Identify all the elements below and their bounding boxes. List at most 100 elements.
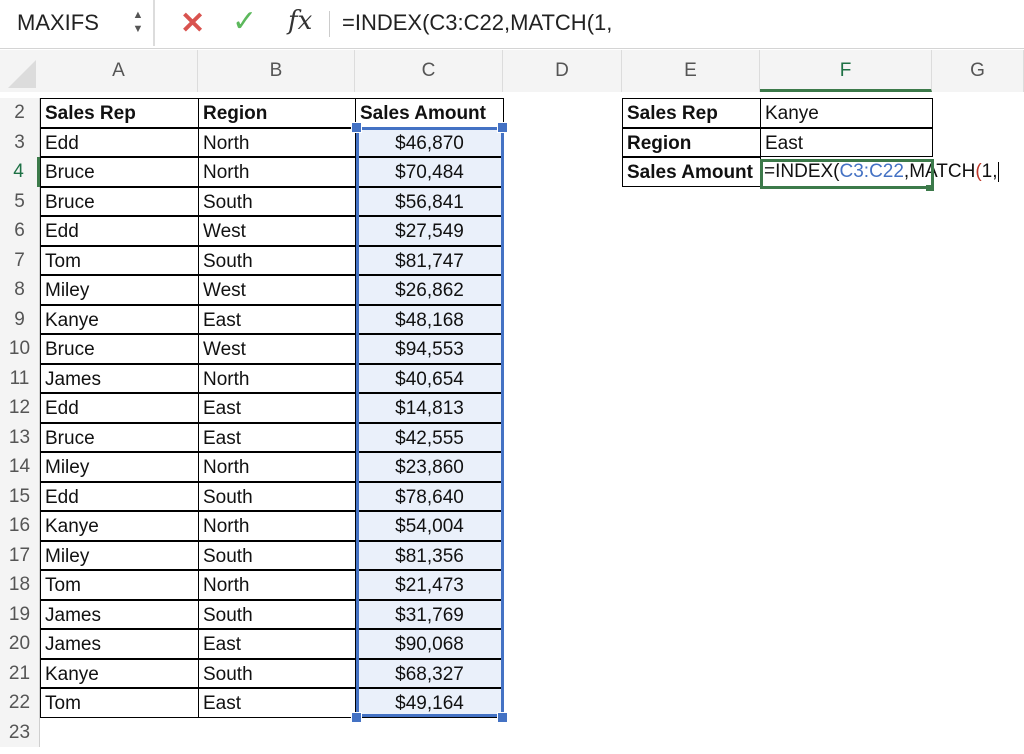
chevron-up-icon[interactable]: ▲: [131, 8, 145, 22]
cell-region[interactable]: South: [198, 245, 356, 275]
table-header-cell[interactable]: Sales Rep: [40, 98, 199, 128]
range-handle-bottom-left[interactable]: [351, 712, 362, 723]
cell-sales-amount[interactable]: $54,004: [355, 511, 504, 541]
row-header-14[interactable]: 14: [0, 452, 40, 482]
cell-sales-amount[interactable]: $94,553: [355, 334, 504, 364]
row-header-8[interactable]: 8: [0, 275, 40, 305]
row-header-18[interactable]: 18: [0, 570, 40, 600]
table-header-cell[interactable]: Region: [198, 98, 356, 128]
row-header-2[interactable]: 2: [0, 98, 40, 128]
lookup-value[interactable]: East: [760, 127, 933, 157]
cell-region[interactable]: East: [198, 629, 356, 659]
cell-sales-rep[interactable]: Kanye: [40, 304, 199, 334]
cell-region[interactable]: North: [198, 363, 356, 393]
row-header-13[interactable]: 13: [0, 422, 40, 452]
column-header-e[interactable]: E: [622, 50, 760, 92]
cell-sales-rep[interactable]: Bruce: [40, 157, 199, 187]
cell-region[interactable]: West: [198, 275, 356, 305]
cell-region[interactable]: South: [198, 186, 356, 216]
cell-sales-amount[interactable]: $40,654: [355, 363, 504, 393]
row-header-19[interactable]: 19: [0, 599, 40, 629]
row-header-3[interactable]: 3: [0, 127, 40, 157]
row-header-23[interactable]: 23: [0, 717, 40, 747]
cell-sales-amount[interactable]: $49,164: [355, 688, 504, 718]
cell-sales-rep[interactable]: Edd: [40, 216, 199, 246]
cell-sales-rep[interactable]: Miley: [40, 275, 199, 305]
cell-region[interactable]: East: [198, 422, 356, 452]
cell-sales-amount[interactable]: $90,068: [355, 629, 504, 659]
cell-sales-amount[interactable]: $78,640: [355, 481, 504, 511]
row-header-7[interactable]: 7: [0, 245, 40, 275]
cell-sales-rep[interactable]: Kanye: [40, 511, 199, 541]
column-header-f[interactable]: F: [760, 50, 932, 92]
cell-sales-rep[interactable]: Edd: [40, 481, 199, 511]
cell-sales-amount[interactable]: $81,747: [355, 245, 504, 275]
cell-sales-amount[interactable]: $70,484: [355, 157, 504, 187]
cell-region[interactable]: South: [198, 481, 356, 511]
cell-sales-amount[interactable]: $26,862: [355, 275, 504, 305]
lookup-label[interactable]: Sales Amount: [622, 157, 761, 187]
cell-region[interactable]: East: [198, 393, 356, 423]
cell-sales-rep[interactable]: Miley: [40, 452, 199, 482]
cell-sales-amount[interactable]: $68,327: [355, 658, 504, 688]
cell-sales-rep[interactable]: Bruce: [40, 186, 199, 216]
cell-sales-amount[interactable]: $27,549: [355, 216, 504, 246]
cell-sales-rep[interactable]: Kanye: [40, 658, 199, 688]
cell-region[interactable]: North: [198, 570, 356, 600]
row-header-10[interactable]: 10: [0, 334, 40, 364]
cancel-icon[interactable]: ✕: [180, 6, 205, 41]
formula-input[interactable]: =INDEX(C3:C22,MATCH(1,: [342, 10, 612, 36]
row-header-6[interactable]: 6: [0, 216, 40, 246]
column-header-a[interactable]: A: [40, 50, 198, 92]
lookup-label[interactable]: Region: [622, 127, 761, 157]
cell-sales-rep[interactable]: Bruce: [40, 334, 199, 364]
cell-region[interactable]: South: [198, 540, 356, 570]
cell-sales-amount[interactable]: $81,356: [355, 540, 504, 570]
row-header-5[interactable]: 5: [0, 186, 40, 216]
cell-region[interactable]: West: [198, 216, 356, 246]
select-all-corner[interactable]: [0, 50, 41, 92]
row-header-15[interactable]: 15: [0, 481, 40, 511]
cell-sales-amount[interactable]: $48,168: [355, 304, 504, 334]
lookup-value[interactable]: Kanye: [760, 98, 933, 128]
cell-sales-rep[interactable]: James: [40, 629, 199, 659]
cell-sales-rep[interactable]: James: [40, 363, 199, 393]
lookup-formula-editing[interactable]: =INDEX(C3:C22,MATCH(1,: [760, 157, 999, 187]
row-header-4[interactable]: 4: [0, 157, 40, 187]
cell-sales-rep[interactable]: James: [40, 599, 199, 629]
cell-sales-rep[interactable]: Miley: [40, 540, 199, 570]
cell-region[interactable]: North: [198, 127, 356, 157]
row-header-20[interactable]: 20: [0, 629, 40, 659]
name-box[interactable]: MAXIFS ▲ ▼: [0, 0, 155, 46]
range-handle-bottom-right[interactable]: [497, 712, 508, 723]
cell-sales-amount[interactable]: $31,769: [355, 599, 504, 629]
row-header-17[interactable]: 17: [0, 540, 40, 570]
cell-region[interactable]: South: [198, 599, 356, 629]
lookup-label[interactable]: Sales Rep: [622, 98, 761, 128]
cell-region[interactable]: South: [198, 658, 356, 688]
cell-sales-amount[interactable]: $56,841: [355, 186, 504, 216]
row-header-12[interactable]: 12: [0, 393, 40, 423]
cell-region[interactable]: North: [198, 511, 356, 541]
cell-region[interactable]: West: [198, 334, 356, 364]
cell-region[interactable]: North: [198, 157, 356, 187]
name-box-spinner[interactable]: ▲ ▼: [131, 8, 145, 36]
row-header-9[interactable]: 9: [0, 304, 40, 334]
cell-sales-rep[interactable]: Tom: [40, 570, 199, 600]
cell-region[interactable]: East: [198, 688, 356, 718]
cell-sales-rep[interactable]: Edd: [40, 393, 199, 423]
cell-sales-amount[interactable]: $42,555: [355, 422, 504, 452]
column-header-g[interactable]: G: [932, 50, 1024, 92]
cell-sales-amount[interactable]: $23,860: [355, 452, 504, 482]
table-header-cell[interactable]: Sales Amount: [355, 98, 504, 128]
range-handle-top-left[interactable]: [351, 122, 362, 133]
name-box-value[interactable]: MAXIFS: [17, 10, 99, 36]
cell-sales-amount[interactable]: $46,870: [355, 127, 504, 157]
range-handle-top-right[interactable]: [497, 122, 508, 133]
row-header-16[interactable]: 16: [0, 511, 40, 541]
column-header-c[interactable]: C: [355, 50, 503, 92]
cell-sales-amount[interactable]: $21,473: [355, 570, 504, 600]
row-header-11[interactable]: 11: [0, 363, 40, 393]
row-header-22[interactable]: 22: [0, 688, 40, 718]
cell-sales-rep[interactable]: Bruce: [40, 422, 199, 452]
